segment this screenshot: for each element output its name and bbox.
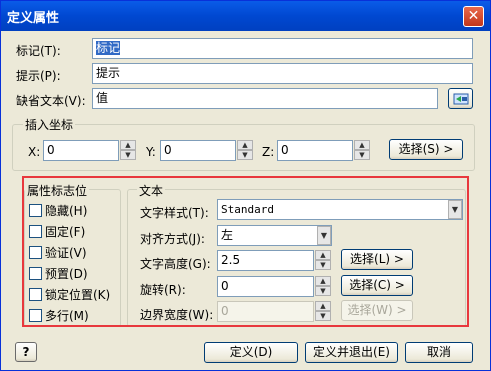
define-attribute-dialog: 定义属性 ✕ 标记(T): 标记 提示(P): 提示 缺省文本(V): 值 插入… xyxy=(0,0,491,371)
tag-input-value: 标记 xyxy=(96,41,121,55)
y-up-icon[interactable]: ▲ xyxy=(237,140,253,150)
insert-point-title: 插入坐标 xyxy=(23,116,76,133)
z-input[interactable]: 0 xyxy=(277,140,353,161)
close-button[interactable]: ✕ xyxy=(463,6,484,27)
y-down-icon[interactable]: ▼ xyxy=(237,150,253,160)
insert-field-button[interactable] xyxy=(448,88,473,109)
y-spinner[interactable]: ▲ ▼ xyxy=(237,140,253,161)
tag-label: 标记(T): xyxy=(16,44,61,58)
dialog-title: 定义属性 xyxy=(7,11,60,26)
prompt-input[interactable]: 提示 xyxy=(92,63,473,84)
x-down-icon[interactable]: ▼ xyxy=(120,150,136,160)
y-label: Y: xyxy=(146,145,156,159)
define-exit-button[interactable]: 定义并退出(E) xyxy=(305,342,398,363)
x-input[interactable]: 0 xyxy=(43,140,119,161)
select-point-button[interactable]: 选择(S) > xyxy=(389,139,463,160)
default-label: 缺省文本(V): xyxy=(16,94,86,108)
x-label: X: xyxy=(28,145,41,159)
prompt-label: 提示(P): xyxy=(16,69,61,83)
default-input[interactable]: 值 xyxy=(92,88,438,109)
cancel-button[interactable]: 取消 xyxy=(405,342,473,363)
define-button[interactable]: 定义(D) xyxy=(204,342,298,363)
x-up-icon[interactable]: ▲ xyxy=(120,140,136,150)
tag-input[interactable]: 标记 xyxy=(92,38,473,59)
z-spinner[interactable]: ▲ ▼ xyxy=(354,140,370,161)
x-spinner[interactable]: ▲ ▼ xyxy=(120,140,136,161)
z-label: Z: xyxy=(262,145,275,159)
z-up-icon[interactable]: ▲ xyxy=(354,140,370,150)
z-down-icon[interactable]: ▼ xyxy=(354,150,370,160)
help-button[interactable]: ? xyxy=(15,342,37,362)
title-bar: 定义属性 ✕ xyxy=(1,1,490,31)
field-icon xyxy=(453,93,468,105)
highlight-box xyxy=(22,176,469,327)
y-input[interactable]: 0 xyxy=(160,140,236,161)
